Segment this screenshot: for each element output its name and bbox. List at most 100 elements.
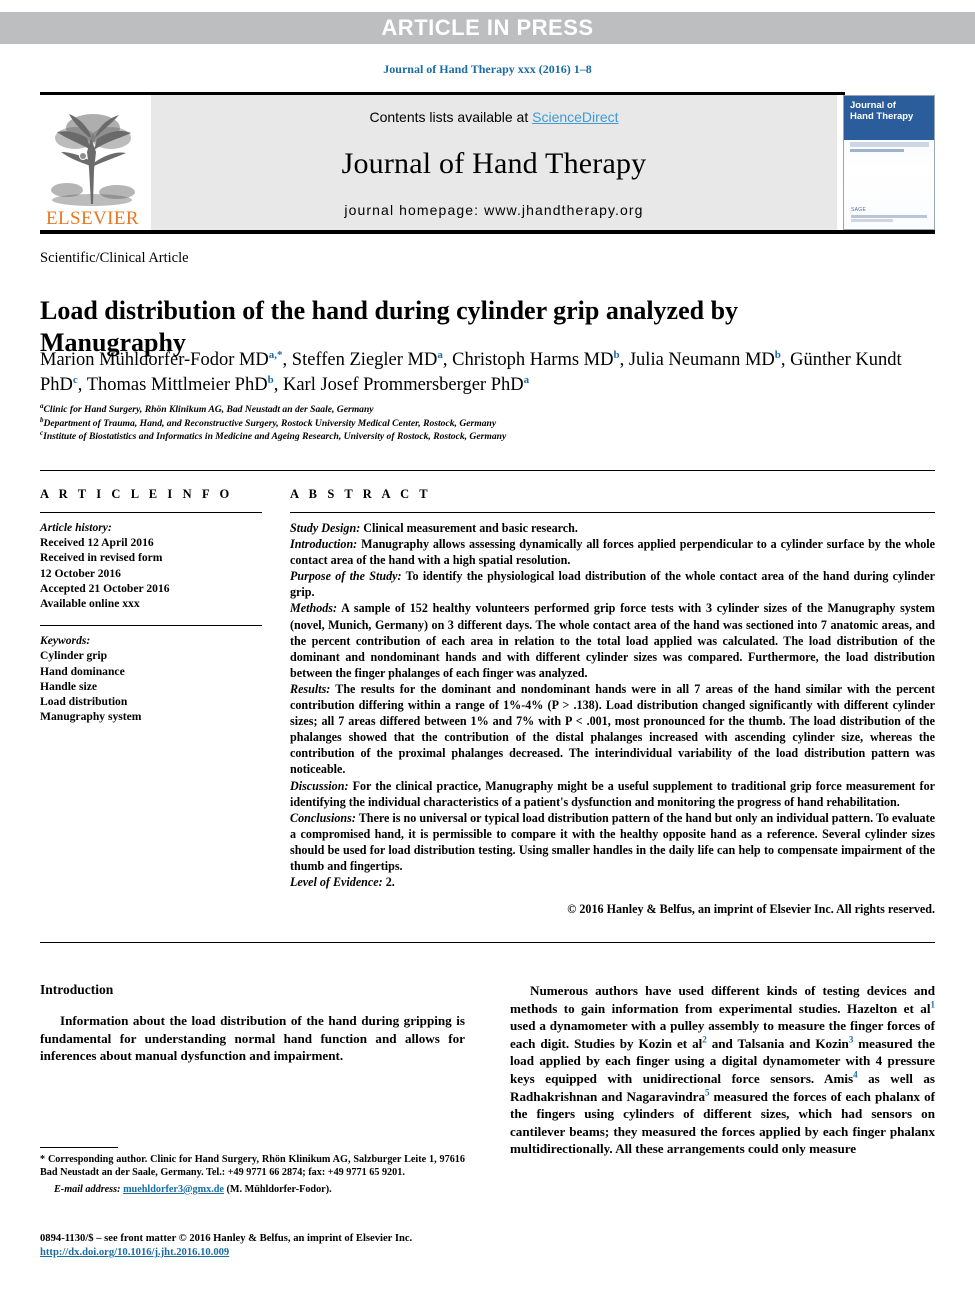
article-history-item: Available online xxx	[40, 597, 140, 611]
cover-accent-bar	[850, 142, 929, 147]
affiliation-item: aClinic for Hand Surgery, Rhön Klinikum …	[40, 402, 930, 417]
affiliation-text-a: Clinic for Hand Surgery, Rhön Klinikum A…	[43, 404, 374, 415]
abstract-copyright: © 2016 Hanley & Belfus, an imprint of El…	[567, 902, 935, 917]
body-column-right: Numerous authors have used different kin…	[510, 982, 935, 1158]
abstract-section: Introduction: Manugraphy allows assessin…	[290, 536, 935, 568]
affiliation-item: cInstitute of Biostatistics and Informat…	[40, 429, 930, 444]
elsevier-wordmark: ELSEVIER	[46, 208, 139, 229]
affiliation-text-b: Department of Trauma, Hand, and Reconstr…	[43, 417, 497, 429]
cover-title-line-2: Hand Therapy	[850, 111, 914, 122]
contents-available-line: Contents lists available at ScienceDirec…	[369, 109, 618, 125]
cover-footer-label: SAGE	[851, 207, 867, 213]
related-work-paragraph: Numerous authors have used different kin…	[510, 982, 935, 1158]
email-suffix: (M. Mühldorfer-Fodor).	[223, 1183, 332, 1195]
author-1-affil-mark[interactable]: a,*	[269, 349, 283, 361]
affiliation-text-c: Institute of Biostatistics and Informati…	[43, 431, 507, 442]
article-info-column: A R T I C L E I N F O Article history: R…	[40, 487, 290, 917]
affiliation-list: aClinic for Hand Surgery, Rhön Klinikum …	[40, 402, 930, 444]
journal-cover-thumbnail: Journal of Hand Therapy SAGE	[843, 95, 935, 230]
article-history-label: Article history:	[40, 521, 112, 534]
abstract-section-lead: Results:	[290, 681, 331, 696]
sciencedirect-link[interactable]: ScienceDirect	[532, 109, 618, 125]
abstract-heading: A B S T R A C T	[290, 487, 432, 501]
cover-title-line-1: Journal of	[850, 100, 896, 111]
abstract-section: Results: The results for the dominant an…	[290, 681, 935, 778]
article-info-heading: A R T I C L E I N F O	[40, 487, 233, 501]
corresponding-author-text: * Corresponding author. Clinic for Hand …	[40, 1154, 465, 1179]
masthead-center-panel: Contents lists available at ScienceDirec…	[151, 95, 837, 230]
article-history-item: Received in revised form	[40, 551, 163, 565]
citation-ref-1[interactable]: 1	[931, 999, 936, 1009]
abstract-section-lead: Study Design:	[290, 521, 361, 535]
info-abstract-band: A R T I C L E I N F O Article history: R…	[40, 470, 935, 917]
elsevier-tree-icon	[47, 108, 139, 208]
footnote-block: * Corresponding author. Clinic for Hand …	[40, 1147, 465, 1196]
article-history-item: Accepted 21 October 2016	[40, 581, 170, 595]
keyword-item: Manugraphy system	[40, 710, 142, 724]
journal-reference-line: Journal of Hand Therapy xxx (2016) 1–8	[383, 62, 592, 76]
author-7: , Karl Josef Prommersberger PhD	[273, 375, 524, 395]
abstract-section-lead: Level of Evidence:	[290, 875, 383, 890]
abstract-section-lead: Introduction:	[290, 537, 358, 552]
abstract-section: Study Design: Clinical measurement and b…	[290, 520, 935, 536]
abstract-section: Discussion: For the clinical practice, M…	[290, 778, 935, 810]
cover-footer-bar-short	[851, 219, 893, 222]
abstract-section: Methods: A sample of 152 healthy volunte…	[290, 600, 935, 680]
author-6: , Thomas Mittlmeier PhD	[77, 375, 268, 395]
abstract-section-text: There is no universal or typical load di…	[290, 810, 935, 873]
article-in-press-banner: ARTICLE IN PRESS	[0, 12, 975, 44]
introduction-paragraph: Information about the load distribution …	[40, 1013, 465, 1064]
abstract-rule	[290, 512, 935, 513]
abstract-section-text: A sample of 152 healthy volunteers perfo…	[290, 601, 935, 680]
masthead-row: ELSEVIER Contents lists available at Sci…	[40, 95, 935, 230]
keywords-rule	[40, 625, 262, 627]
doi-link[interactable]: http://dx.doi.org/10.1016/j.jht.2016.10.…	[40, 1247, 229, 1258]
email-label: E-mail address:	[54, 1183, 121, 1195]
article-history-block: Article history: Received 12 April 2016 …	[40, 520, 262, 611]
email-link[interactable]: muehldorfer3@gmx.de	[123, 1184, 224, 1195]
abstract-section-lead: Discussion:	[290, 778, 349, 793]
related-work-text-3: and Talsania and Kozin	[706, 1035, 849, 1051]
keyword-item: Cylinder grip	[40, 649, 108, 663]
keyword-item: Handle size	[40, 679, 98, 693]
masthead-bottom-rule	[40, 230, 935, 234]
abstract-section-lead: Purpose of the Study:	[290, 569, 402, 584]
article-info-rule	[40, 512, 262, 513]
abstract-section: Level of Evidence: 2.	[290, 874, 935, 890]
abstract-section-lead: Methods:	[290, 601, 338, 616]
journal-homepage-line: journal homepage: www.jhandtherapy.org	[344, 202, 644, 218]
abstract-band-bottom-rule	[40, 942, 935, 943]
contents-prefix: Contents lists available at	[369, 109, 533, 125]
corresponding-author-note: * Corresponding author. Clinic for Hand …	[40, 1153, 465, 1196]
author-3: , Christoph Harms MD	[442, 350, 614, 370]
footnote-rule	[40, 1147, 118, 1148]
introduction-heading: Introduction	[40, 982, 114, 997]
abstract-column: A B S T R A C T Study Design: Clinical m…	[290, 487, 935, 917]
abstract-section: Purpose of the Study: To identify the ph…	[290, 568, 935, 600]
author-7-affil-mark[interactable]: a	[524, 374, 530, 386]
article-type-label: Scientific/Clinical Article	[40, 250, 189, 266]
abstract-section-text: Clinical measurement and basic research.	[360, 521, 578, 535]
masthead: ELSEVIER Contents lists available at Sci…	[40, 92, 935, 234]
cover-accent-bar-secondary	[850, 149, 904, 152]
author-1: Marion Mühldorfer-Fodor MD	[40, 350, 269, 370]
abstract-section-text: 2.	[382, 875, 395, 890]
cover-footer-block: SAGE	[851, 207, 927, 222]
abstract-section-text: For the clinical practice, Manugraphy mi…	[290, 778, 935, 809]
article-in-press-label: ARTICLE IN PRESS	[381, 15, 594, 40]
author-2: , Steffen Ziegler MD	[282, 350, 438, 370]
page-footer: 0894-1130/$ – see front matter © 2016 Ha…	[40, 1232, 540, 1261]
related-work-text-1: Numerous authors have used different kin…	[510, 983, 935, 1016]
journal-title: Journal of Hand Therapy	[341, 146, 647, 180]
author-list: Marion Mühldorfer-Fodor MDa,*, Steffen Z…	[40, 348, 930, 398]
body-column-left: Introduction Information about the load …	[40, 982, 465, 1158]
abstract-section-lead: Conclusions:	[290, 810, 356, 825]
body-columns: Introduction Information about the load …	[40, 982, 935, 1158]
affiliation-item: bDepartment of Trauma, Hand, and Reconst…	[40, 416, 930, 431]
keywords-label: Keywords:	[40, 634, 91, 648]
email-note: E-mail address: muehldorfer3@gmx.de (M. …	[40, 1183, 465, 1196]
abstract-section-text: The results for the dominant and nondomi…	[290, 681, 935, 777]
elsevier-logo: ELSEVIER	[40, 95, 145, 230]
issn-copyright-line: 0894-1130/$ – see front matter © 2016 Ha…	[40, 1233, 413, 1244]
author-line-1-separator: ,	[780, 350, 786, 370]
